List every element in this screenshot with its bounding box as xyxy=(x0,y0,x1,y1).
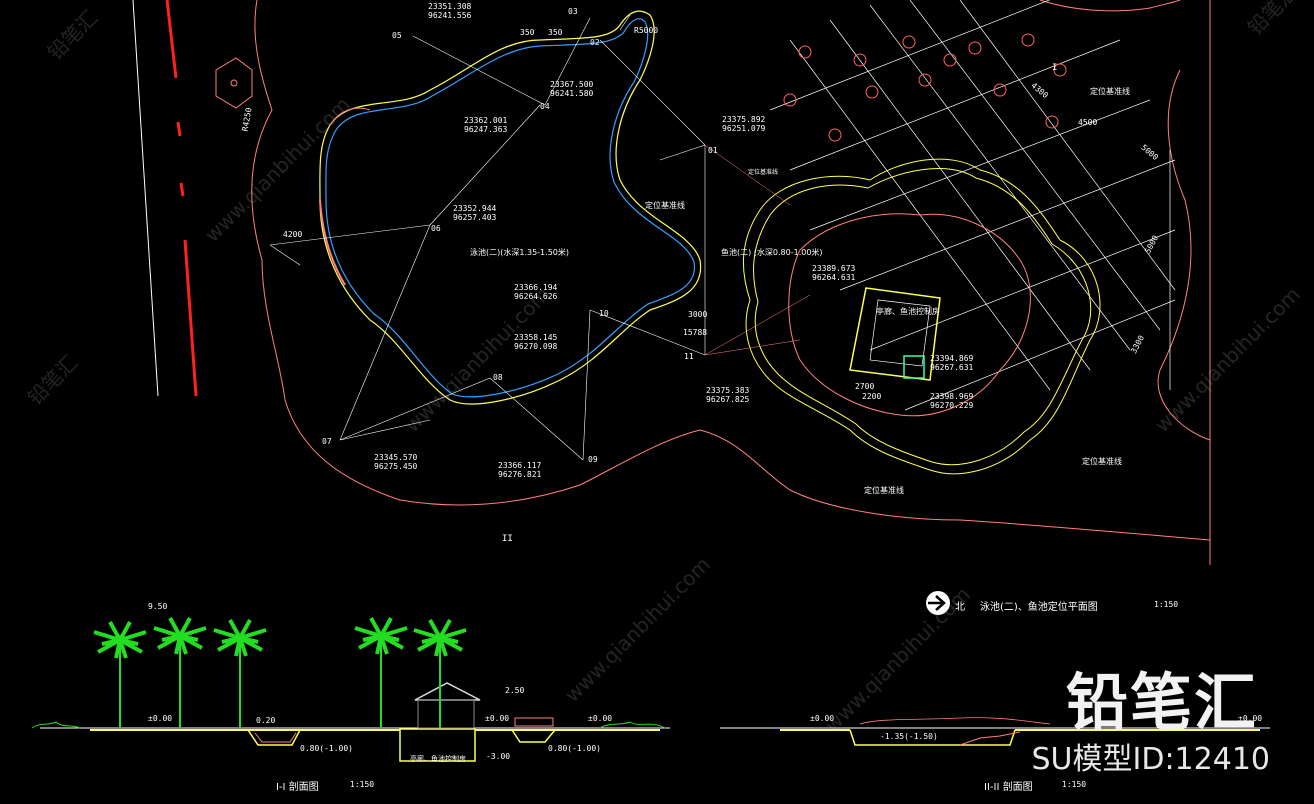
swimming-pool-outline xyxy=(319,10,702,405)
point-11: 11 xyxy=(684,352,694,361)
coord-label: 23394.869 96267.631 xyxy=(930,354,974,372)
point-07: 07 xyxy=(322,437,332,446)
dimension-label: 4200 xyxy=(283,230,303,239)
point-08: 08 xyxy=(493,373,503,382)
coord-label: 23351.308 96241.556 xyxy=(428,2,472,20)
palm-tree xyxy=(354,617,408,728)
coord-label: 23398.969 96270.229 xyxy=(930,392,974,410)
point-02: 02 xyxy=(590,38,600,47)
coord-label: 23389.673 96264.631 xyxy=(812,264,856,282)
dimension-label: 4500 xyxy=(1078,118,1098,127)
palm-trees xyxy=(93,617,467,728)
palm-tree xyxy=(93,621,147,728)
point-06: 06 xyxy=(431,224,441,233)
point-10: 10 xyxy=(599,309,609,318)
coord-label: 23352.944 96257.403 xyxy=(453,204,497,222)
dimension-label: 2200 xyxy=(862,392,882,401)
pool-label: 泳池(二)(水深1.35-1.50米) xyxy=(470,248,569,257)
pavilion-label: 亭廊、鱼池控制房 xyxy=(876,307,940,316)
coord-label: 23375.383 96267.825 xyxy=(706,386,750,404)
fishpond-label: 鱼池(二) (水深0.80-1.00米) xyxy=(721,248,823,257)
dimension-label: 350 xyxy=(520,28,535,37)
elevation-label: -1.35(-1.50) xyxy=(880,732,938,741)
pavilion-plan xyxy=(849,287,941,381)
point-05: 05 xyxy=(392,31,402,40)
palm-tree xyxy=(413,619,467,728)
elevation-label: 0.80(-1.00) xyxy=(548,744,601,753)
section-1-scale: 1:150 xyxy=(350,780,375,789)
coord-label: 23367.500 96241.580 xyxy=(550,80,594,98)
road xyxy=(132,0,198,397)
point-03: 03 xyxy=(568,7,578,16)
elevation-label: ±0.00 xyxy=(148,714,173,723)
room-label: 亭廊、鱼池控制房 xyxy=(410,755,466,763)
dimension-lines xyxy=(269,14,706,461)
datum-line-label: 定位基准线 xyxy=(1090,87,1130,96)
dimension-label: 350 xyxy=(548,28,563,37)
coord-label: 23345.570 96275.450 xyxy=(374,453,418,471)
section-mark-II: II xyxy=(502,534,513,544)
elevation-label: ±0.00 xyxy=(485,714,510,723)
coord-label: 23375.892 96251.079 xyxy=(722,115,766,133)
datum-line-label: 定位基准线 xyxy=(864,486,904,495)
datum-line-label: 定位基准线 xyxy=(1082,457,1122,466)
section-mark-I: I xyxy=(1052,63,1058,73)
plan-title: 泳池(二)、鱼池定位平面图 xyxy=(980,602,1098,613)
elevation-label: ±0.00 xyxy=(588,714,613,723)
dimension-label: 2700 xyxy=(855,382,875,391)
palm-tree xyxy=(153,617,207,728)
datum-line-label: 定位基准线 xyxy=(748,169,779,176)
elevation-label: 2.50 xyxy=(505,686,525,695)
site-grid xyxy=(769,0,1176,411)
coord-label: 23358.145 96270.098 xyxy=(514,333,558,351)
elevation-label: 9.50 xyxy=(148,602,168,611)
coord-label: 23366.117 96276.821 xyxy=(498,461,542,479)
palm-tree xyxy=(213,619,267,728)
section-2-title: II-II 剖面图 xyxy=(984,782,1033,793)
brand-watermark: 铅笔汇 xyxy=(1065,666,1258,739)
section-1-title: I-I 剖面图 xyxy=(276,782,319,793)
elevation-label: 0.80(-1.00) xyxy=(300,744,353,753)
site-boundary xyxy=(215,0,1211,565)
elevation-label: 0.20 xyxy=(256,716,276,725)
section-2-scale: 1:150 xyxy=(1062,780,1087,789)
point-04: 04 xyxy=(540,102,550,111)
dimension-label: R5000 xyxy=(634,26,659,35)
model-id-watermark: SU模型ID:12410 xyxy=(1031,742,1271,777)
dimension-label: 15788 xyxy=(683,328,708,337)
point-09: 09 xyxy=(588,455,598,464)
coord-label: 23362.001 96247.363 xyxy=(464,116,508,134)
point-01: 01 xyxy=(708,146,718,155)
elevation-label: -3.00 xyxy=(486,752,511,761)
plan-scale: 1:150 xyxy=(1154,600,1179,609)
dimension-label: 3000 xyxy=(688,310,708,319)
cad-drawing-canvas[interactable]: 05 03 02 04 01 06 10 11 08 07 09 23351.3… xyxy=(0,0,1314,804)
datum-line-label: 定位基准线 xyxy=(645,201,685,210)
